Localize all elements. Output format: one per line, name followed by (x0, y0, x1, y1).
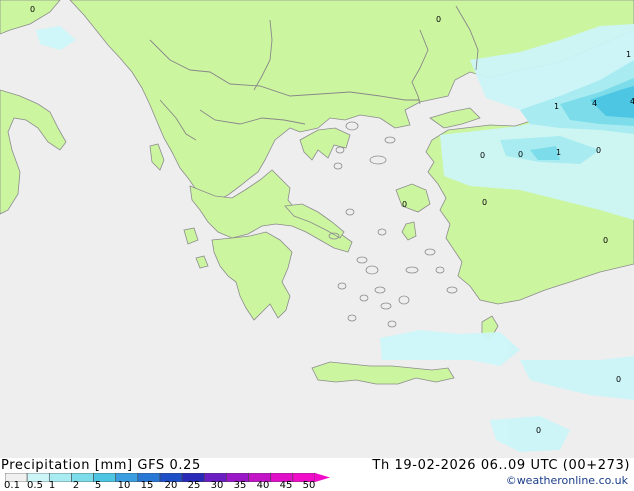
legend-tick-label: 25 (187, 480, 201, 491)
legend-tick-label: 0.5 (27, 480, 43, 491)
rain-label: 0 (616, 375, 621, 384)
rain-label: 0 (482, 198, 487, 207)
rain-label: 0 (596, 146, 601, 155)
legend-tick-label: 30 (210, 480, 224, 491)
rain-label: 1 (554, 102, 559, 111)
rain-label: 1 (626, 50, 631, 59)
footer-bar: Precipitation [mm] GFS 0.25 Th 19-02-202… (0, 458, 634, 491)
legend-tick-label: 1 (48, 480, 56, 491)
legend-tick-label: 0.1 (4, 480, 20, 491)
rain-label: 0 (30, 5, 35, 14)
legend-tick-label: 2 (72, 480, 80, 491)
legend-tick-label: 45 (279, 480, 293, 491)
legend-tick-label: 40 (256, 480, 270, 491)
legend-arrow (315, 473, 330, 482)
legend-tick-label: 15 (140, 480, 154, 491)
rain-label: 0 (603, 236, 608, 245)
map-title: Precipitation [mm] GFS 0.25 (1, 458, 201, 473)
legend-tick-label: 5 (94, 480, 102, 491)
credit-link[interactable]: ©weatheronline.co.uk (506, 474, 628, 487)
legend-tick-label: 35 (233, 480, 247, 491)
rain-label: 0 (436, 15, 441, 24)
rain-label: 0 (536, 426, 541, 435)
rain-label: 1 (556, 148, 561, 157)
rain-label: 4 (630, 97, 634, 106)
rain-label: 0 (480, 151, 485, 160)
legend-tick-label: 20 (164, 480, 178, 491)
rain-label: 4 (592, 99, 597, 108)
rain-label: 0 (402, 200, 407, 209)
legend-tick-label: 10 (117, 480, 131, 491)
rain-label: 0 (518, 150, 523, 159)
precipitation-map: 0 0 1 4 4 1 0 0 1 0 0 0 0 0 0 (0, 0, 634, 458)
forecast-datetime: Th 19-02-2026 06..09 UTC (00+273) (372, 458, 630, 473)
legend-tick-label: 50 (302, 480, 316, 491)
